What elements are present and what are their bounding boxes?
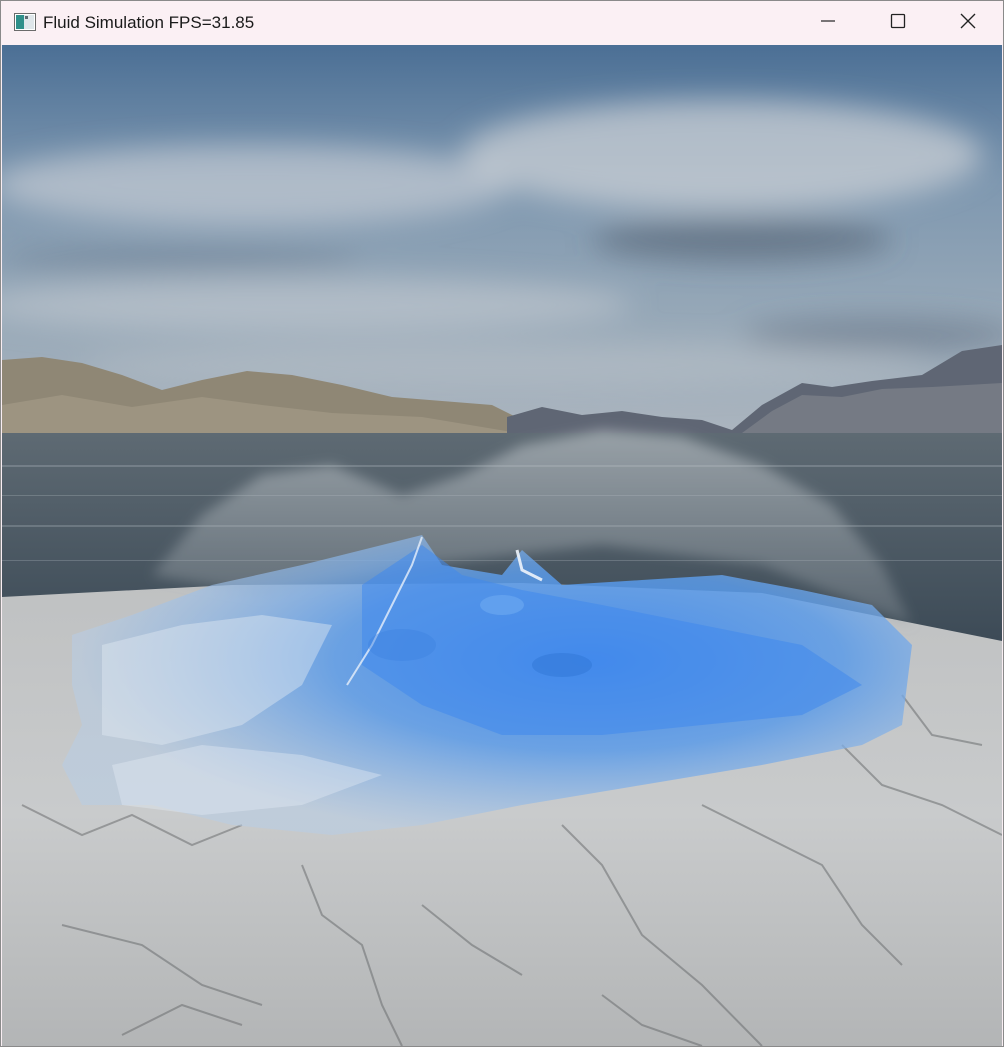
close-button[interactable]: [933, 1, 1003, 45]
close-icon: [960, 13, 976, 34]
fluid-scene: [2, 45, 1002, 1046]
maximize-icon: [890, 13, 906, 34]
maximize-button[interactable]: [863, 1, 933, 45]
application-window: Fluid Simulation FPS=31.85: [0, 0, 1004, 1047]
minimize-button[interactable]: [793, 1, 863, 45]
app-window-icon: [14, 13, 36, 31]
window-title: Fluid Simulation FPS=31.85: [43, 13, 255, 32]
render-viewport[interactable]: [2, 45, 1002, 1046]
minimize-icon: [820, 13, 836, 34]
title-bar[interactable]: Fluid Simulation FPS=31.85: [1, 1, 1003, 45]
